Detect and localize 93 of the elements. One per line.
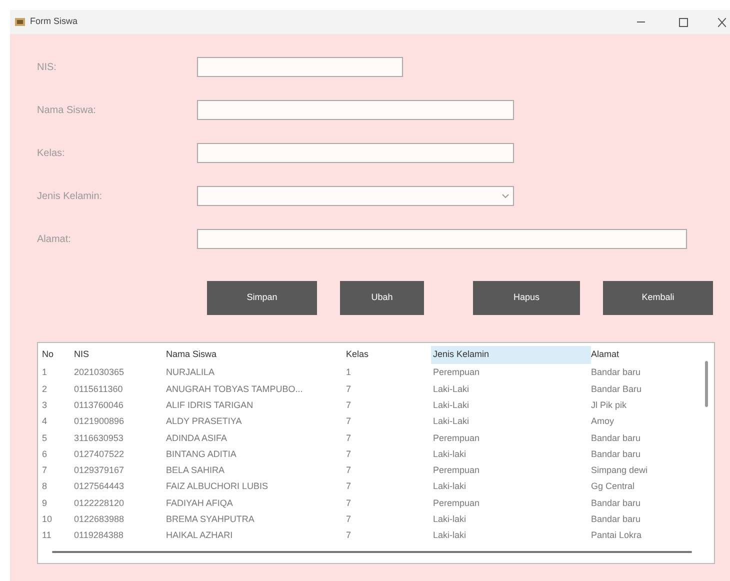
action-button[interactable]: Ubah	[340, 281, 424, 315]
vertical-scrollbar[interactable]	[705, 361, 708, 407]
table-cell-text: 8	[41, 480, 48, 494]
table-cell-text: Laki-laki	[432, 529, 468, 542]
column-header[interactable]: Jenis Kelamin	[431, 346, 591, 364]
table-cell-text: ANUGRAH TOBYAS TAMPUBO...	[166, 382, 304, 396]
input-field[interactable]	[197, 57, 403, 77]
table-cell-text: 2	[41, 382, 48, 396]
table-cell-text: Amoy	[591, 415, 616, 428]
table-cell-text: 10	[41, 513, 54, 526]
table-cell-text: Laki-laki	[432, 448, 468, 461]
table-cell-text: 0121900896	[74, 415, 126, 428]
action-button[interactable]: Simpan	[207, 281, 317, 315]
column-header[interactable]: No	[38, 346, 74, 364]
table-cell-text: BELA SAHIRA	[166, 464, 226, 478]
table-cell-text: Bandar baru	[591, 496, 642, 510]
close-icon[interactable]	[718, 18, 726, 26]
table-cell-text: 0122683988	[74, 513, 126, 526]
table-cell-text: Bandar baru	[591, 513, 642, 526]
column-header[interactable]: NIS	[74, 346, 166, 364]
column-header[interactable]: Kelas	[346, 346, 431, 364]
table-cell-text: Perempuan	[432, 432, 481, 445]
table-cell-text: 0119284388	[74, 529, 124, 542]
chevron-down-icon	[502, 194, 509, 198]
table-cell-text: 3116630953	[74, 432, 124, 445]
table-cell-text: 9	[41, 496, 48, 510]
table-cell-text: 7	[346, 496, 352, 510]
input-field[interactable]	[197, 229, 687, 249]
field-label: Nama Siswa:	[36, 104, 97, 118]
table-cell-text: 0115611360	[74, 382, 124, 396]
table-cell-text: ADINDA ASIFA	[166, 432, 228, 445]
table-cell-text: Pantai Lokra	[591, 529, 643, 542]
table-cell-text: 7	[346, 382, 352, 396]
table-cell-text: Bandar baru	[591, 448, 642, 461]
table-cell-text: ALIF IDRIS TARIGAN	[166, 398, 254, 412]
table-cell-text: Laki-laki	[432, 513, 468, 526]
table-cell-text: Bandar baru	[591, 366, 642, 380]
table-cell-text: BINTANG ADITIA	[166, 448, 238, 461]
table-cell-text: 7	[346, 513, 352, 526]
table-cell-text: FADIYAH AFIQA	[166, 496, 234, 510]
table-cell-text: Laki-laki	[432, 480, 468, 494]
table-cell-text: HAIKAL AZHARI	[166, 529, 234, 542]
window-title: Form Siswa	[30, 15, 78, 28]
table-cell-text: Perempuan	[432, 464, 481, 478]
table-cell-text: Laki-Laki	[432, 382, 470, 396]
table-cell-text: NURJALILA	[166, 366, 216, 380]
table-cell-text: Laki-Laki	[432, 398, 470, 412]
table-cell-text: Bandar Baru	[591, 382, 643, 396]
table-cell-text: 7	[346, 480, 352, 494]
column-header[interactable]: Nama Siswa	[166, 346, 346, 364]
table-cell-text: Perempuan	[432, 496, 481, 510]
table-cell-text: 3	[41, 398, 48, 412]
table-cell-text: 7	[346, 529, 352, 542]
table-cell-text: BREMA SYAHPUTRA	[166, 513, 256, 526]
table-cell-text: 0122228120	[74, 496, 126, 510]
input-field[interactable]	[197, 100, 514, 120]
table-cell-text: 7	[346, 398, 352, 412]
table-cell-text: 0127407522	[74, 448, 126, 461]
table-cell-text: 1	[41, 366, 48, 380]
table-cell-text: 6	[41, 448, 48, 461]
table-cell-text: Gg Central	[591, 480, 636, 494]
table-cell-text: 11	[41, 529, 52, 542]
field-label: Jenis Kelamin:	[36, 190, 104, 204]
action-button[interactable]: Hapus	[473, 281, 580, 315]
table-cell-text: FAIZ ALBUCHORI LUBIS	[166, 480, 270, 494]
table-cell-text: 7	[346, 415, 352, 428]
table-cell-text: Bandar baru	[591, 432, 642, 445]
table-cell-text: ALDY PRASETIYA	[166, 415, 243, 428]
table-cell-text: 4	[41, 415, 48, 428]
table-cell-text: 7	[41, 464, 48, 478]
table-cell-text: 1	[346, 366, 352, 380]
field-label: NIS:	[36, 60, 58, 74]
table-cell-text: Laki-Laki	[432, 415, 470, 428]
horizontal-scrollbar[interactable]	[52, 551, 692, 553]
table-cell-text: 7	[346, 464, 352, 478]
table-cell-text: 0113760046	[74, 398, 124, 412]
table-cell-text: 2021030365	[74, 366, 126, 380]
table-cell-text: 0127564443	[74, 480, 126, 494]
app-icon	[14, 16, 26, 28]
field-label: Kelas:	[36, 146, 66, 160]
input-field[interactable]	[197, 143, 514, 163]
column-header[interactable]: Alamat	[591, 346, 701, 364]
field-label: Alamat:	[36, 232, 72, 246]
table-cell-text: 0129379167	[74, 464, 126, 478]
table-cell-text: Jl Pik pik	[591, 398, 628, 412]
dropdown-field[interactable]	[197, 186, 514, 206]
action-button[interactable]: Kembali	[603, 281, 713, 315]
table-cell-text: 7	[346, 432, 352, 445]
table-cell-text: Perempuan	[432, 366, 481, 380]
table-cell-text: 5	[41, 432, 48, 445]
maximize-icon[interactable]	[679, 18, 688, 26]
table-cell-text: Simpang dewi	[591, 464, 649, 478]
table-cell-text: 7	[346, 448, 352, 461]
